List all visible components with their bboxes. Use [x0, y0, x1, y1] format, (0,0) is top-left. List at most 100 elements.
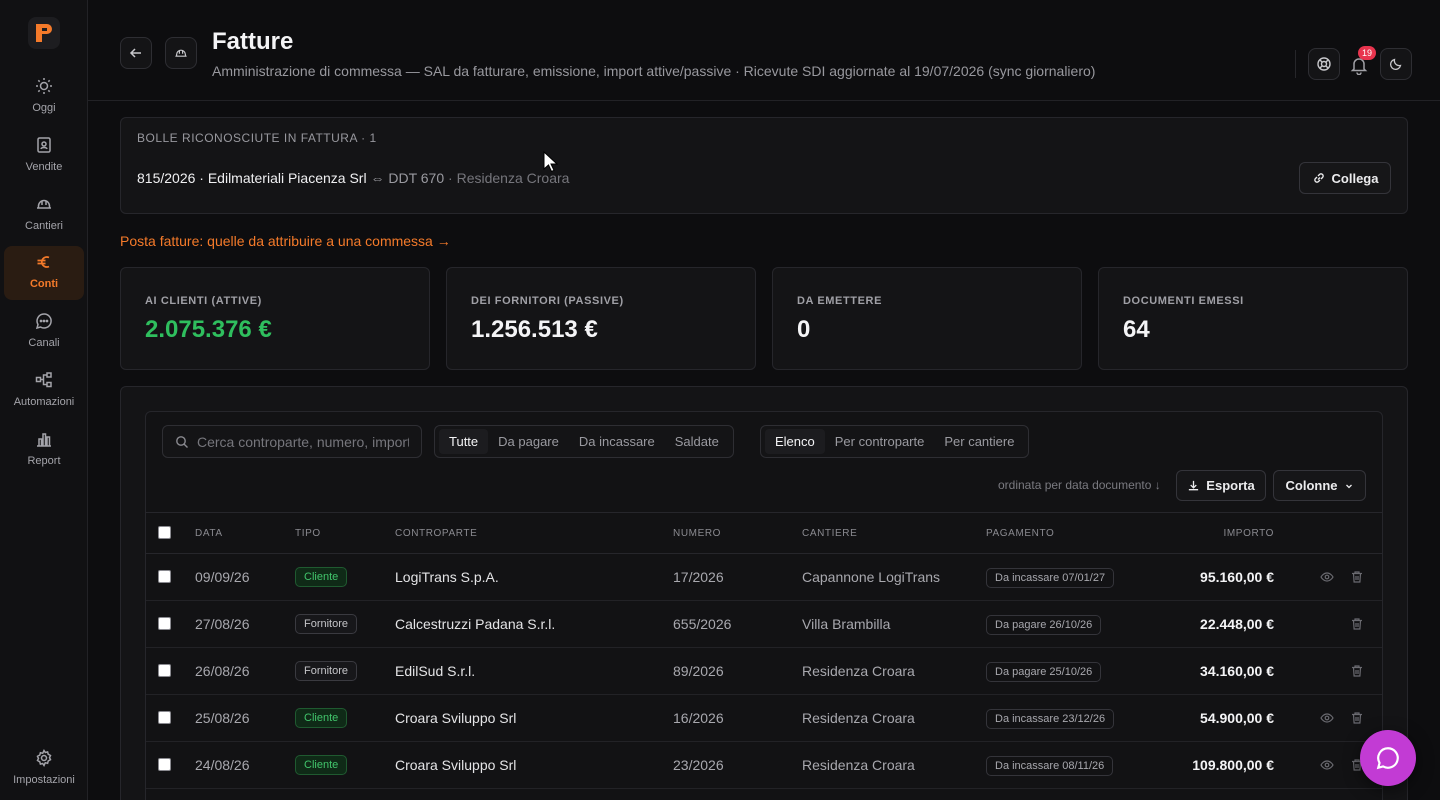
theme-toggle-button[interactable] — [1380, 48, 1412, 80]
kpi-label: DEI FORNITORI (PASSIVE) — [471, 295, 624, 307]
payment-status-badge: Da pagare 26/10/26 — [986, 615, 1102, 635]
sidebar-item-conti[interactable]: Conti — [4, 246, 84, 300]
sidebar-item-automazioni[interactable]: Automazioni — [4, 364, 84, 418]
filter-tutte[interactable]: Tutte — [439, 429, 489, 454]
cell-number: 89/2026 — [673, 663, 724, 679]
search-box — [162, 425, 422, 458]
payment-status-badge: Da incassare 07/01/27 — [986, 568, 1115, 588]
workflow-icon — [35, 372, 52, 388]
kpi-card-attive: AI CLIENTI (ATTIVE) 2.075.376 € — [120, 267, 430, 370]
cell-amount: 54.900,00 € — [1200, 710, 1274, 726]
column-header-tipo[interactable]: TIPO — [295, 528, 321, 539]
view-per-controparte[interactable]: Per controparte — [825, 429, 935, 454]
sort-indicator[interactable]: ordinata per data documento ↓ — [998, 478, 1161, 492]
column-header-controparte[interactable]: CONTROPARTE — [395, 528, 477, 539]
table-row[interactable]: 27/08/26 Fornitore Calcestruzzi Padana S… — [146, 601, 1382, 648]
bolle-panel: BOLLE RICONOSCIUTE IN FATTURA · 1 815/20… — [120, 117, 1408, 214]
kpi-label: AI CLIENTI (ATTIVE) — [145, 295, 262, 307]
cantiere-context-button[interactable] — [165, 37, 197, 69]
cell-site: Residenza Croara — [802, 710, 915, 726]
sidebar-item-label: Automazioni — [13, 396, 75, 408]
page-header: Fatture Amministrazione di commessa — SA… — [88, 0, 1440, 101]
filter-da-incassare[interactable]: Da incassare — [569, 429, 665, 454]
column-header-importo[interactable]: IMPORTO — [1223, 528, 1274, 539]
payment-status-badge: Da incassare 08/11/26 — [986, 756, 1114, 776]
cell-date: 27/08/26 — [195, 616, 250, 632]
type-badge-fornitore: Fornitore — [295, 614, 358, 634]
table-row[interactable]: 09/09/26 Cliente LogiTrans S.p.A. 17/202… — [146, 554, 1382, 601]
logo-p-icon — [36, 24, 52, 42]
trash-icon[interactable] — [1350, 664, 1364, 678]
page-subtitle: Amministrazione di commessa — SAL da fat… — [212, 63, 1096, 79]
cell-party: Calcestruzzi Padana S.r.l. — [395, 616, 556, 632]
back-button[interactable] — [120, 37, 152, 69]
column-header-pagamento[interactable]: PAGAMENTO — [986, 528, 1054, 539]
export-button[interactable]: Esporta — [1176, 470, 1266, 501]
trash-icon[interactable] — [1350, 570, 1364, 584]
cell-number: 23/2026 — [673, 757, 724, 773]
row-checkbox[interactable] — [158, 570, 171, 583]
row-checkbox[interactable] — [158, 711, 171, 724]
help-button[interactable] — [1308, 48, 1340, 80]
fatture-table-card: Tutte Da pagare Da incassare Saldate Ele… — [145, 411, 1383, 800]
view-elenco[interactable]: Elenco — [765, 429, 825, 454]
cell-date: 24/08/26 — [195, 757, 250, 773]
gear-icon — [36, 748, 52, 768]
sidebar-item-cantieri[interactable]: Cantieri — [4, 188, 84, 242]
page-title: Fatture — [212, 28, 294, 55]
columns-button[interactable]: Colonne — [1273, 470, 1366, 501]
table-row[interactable]: 24/08/26 Cliente Croara Sviluppo Srl 23/… — [146, 742, 1382, 789]
header-divider — [1295, 50, 1296, 78]
row-checkbox[interactable] — [158, 617, 171, 630]
download-icon — [1189, 480, 1199, 491]
select-all-checkbox[interactable] — [158, 526, 171, 539]
posta-fatture-link[interactable]: Posta fatture: quelle da attribuire a un… — [120, 233, 451, 249]
filter-da-pagare[interactable]: Da pagare — [488, 429, 569, 454]
sidebar-item-label: Report — [27, 455, 61, 467]
eye-icon[interactable] — [1320, 711, 1334, 725]
bolle-ddt: DDT 670 — [388, 170, 445, 186]
column-header-cantiere[interactable]: CANTIERE — [802, 528, 857, 539]
column-header-numero[interactable]: NUMERO — [673, 528, 721, 539]
trash-icon[interactable] — [1350, 711, 1364, 725]
sidebar-item-oggi[interactable]: Oggi — [4, 70, 84, 124]
kpi-card-documenti-emessi: DOCUMENTI EMESSI 64 — [1098, 267, 1408, 370]
search-input[interactable] — [197, 433, 409, 450]
cell-party: EdilSud S.r.l. — [395, 663, 476, 679]
bolle-separator: · — [448, 170, 453, 186]
cell-amount: 109.800,00 € — [1192, 757, 1274, 773]
eye-icon[interactable] — [1320, 570, 1334, 584]
chat-assistant-button[interactable] — [1360, 730, 1416, 786]
cell-date: 25/08/26 — [195, 710, 250, 726]
view-per-cantiere[interactable]: Per cantiere — [934, 429, 1024, 454]
collega-button[interactable]: Collega — [1299, 162, 1391, 194]
table-row[interactable]: 25/08/26 Cliente Croara Sviluppo Srl 16/… — [146, 695, 1382, 742]
sidebar-item-impostazioni[interactable]: Impostazioni — [4, 742, 84, 796]
bolle-row: 815/2026 · Edilmateriali Piacenza Srl ⇔ … — [137, 170, 569, 186]
trash-icon[interactable] — [1350, 617, 1364, 631]
filter-saldate[interactable]: Saldate — [665, 429, 729, 454]
sidebar-item-canali[interactable]: Canali — [4, 305, 84, 359]
sidebar-item-report[interactable]: Report — [4, 423, 84, 477]
column-header-data[interactable]: DATA — [195, 528, 223, 539]
kpi-value: 64 — [1123, 316, 1150, 343]
app-logo[interactable] — [28, 17, 60, 49]
cell-site: Capannone LogiTrans — [802, 569, 941, 585]
notification-count-badge: 19 — [1358, 46, 1377, 60]
cell-amount: 95.160,00 € — [1200, 569, 1274, 585]
type-badge-fornitore: Fornitore — [295, 661, 358, 681]
link-icon — [1313, 173, 1324, 183]
type-badge-cliente: Cliente — [295, 708, 348, 728]
sidebar-item-label: Vendite — [25, 161, 63, 173]
row-checkbox[interactable] — [158, 664, 171, 677]
sidebar-item-label: Cantieri — [25, 220, 63, 232]
payment-status-badge: Da incassare 23/12/26 — [986, 709, 1115, 729]
lifebuoy-icon — [1317, 57, 1331, 71]
eye-icon[interactable] — [1320, 758, 1334, 772]
cell-party: Croara Sviluppo Srl — [395, 757, 517, 773]
bolle-title: BOLLE RICONOSCIUTE IN FATTURA · 1 — [137, 131, 377, 145]
table-row[interactable]: 26/08/26 Fornitore EdilSud S.r.l. 89/202… — [146, 648, 1382, 695]
row-checkbox[interactable] — [158, 758, 171, 771]
type-badge-cliente: Cliente — [295, 567, 348, 587]
sidebar-item-vendite[interactable]: Vendite — [4, 129, 84, 183]
